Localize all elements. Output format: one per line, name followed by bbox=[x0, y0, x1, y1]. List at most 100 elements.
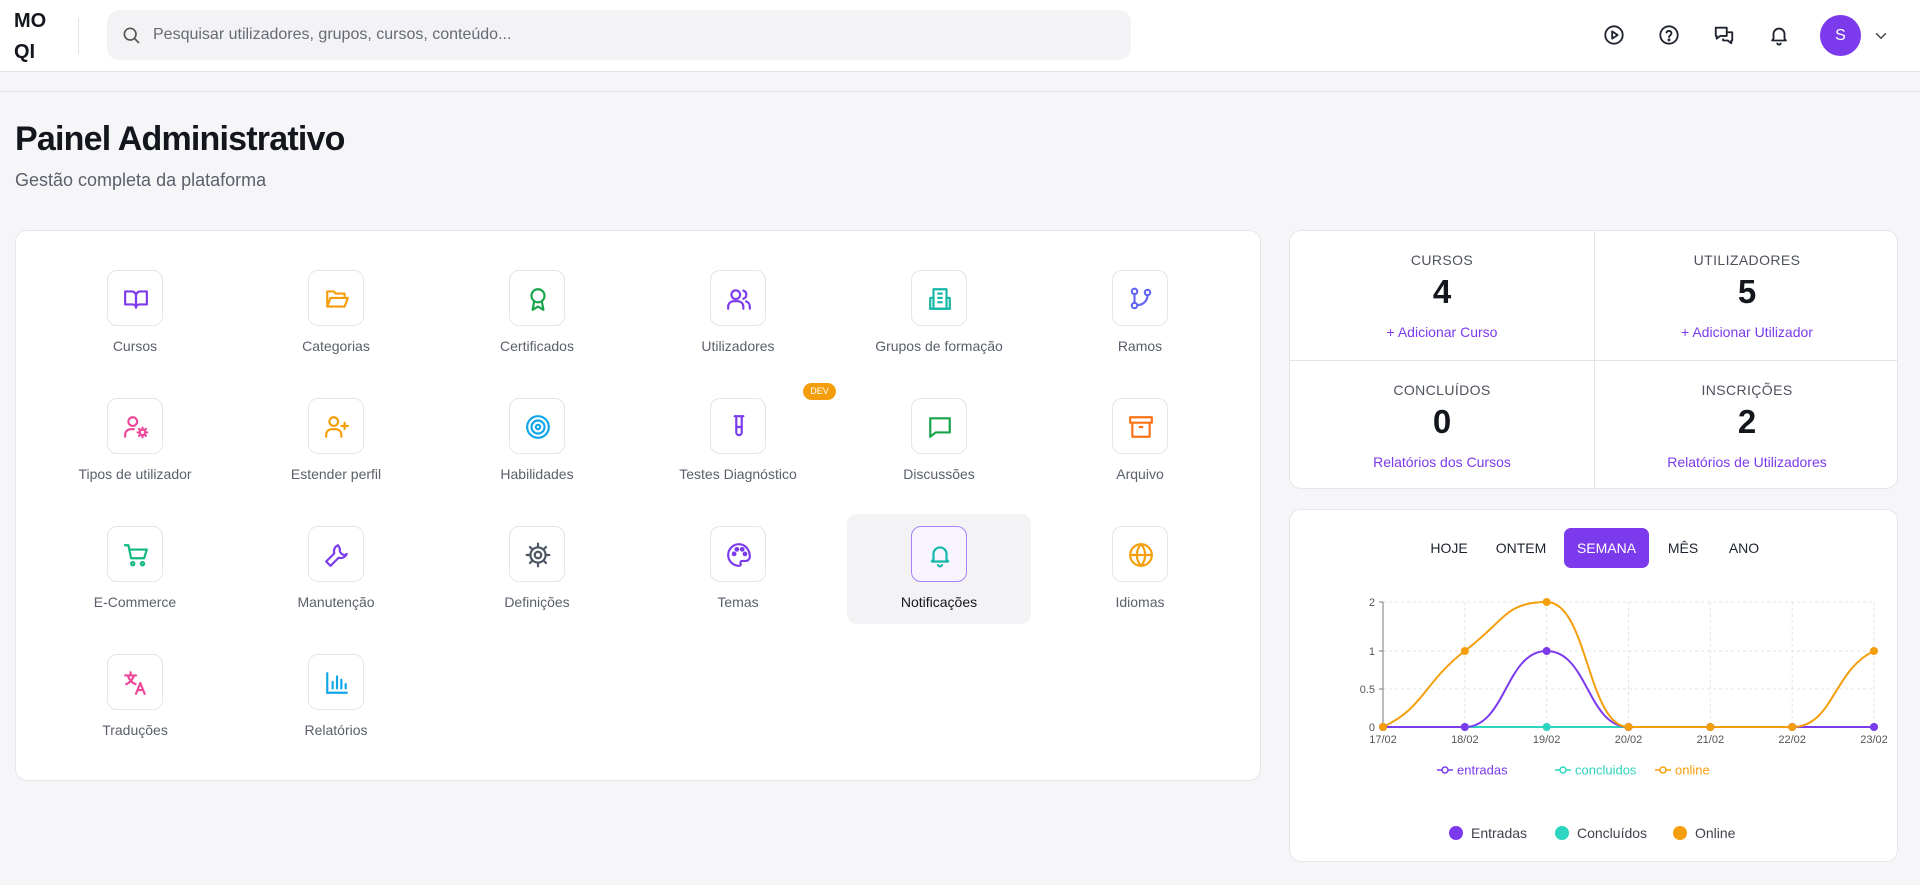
y-tick-label: 0 bbox=[1369, 722, 1375, 734]
award-icon bbox=[530, 288, 546, 311]
add-user-link[interactable]: + Adicionar Utilizador bbox=[1595, 324, 1897, 340]
stat-label: UTILIZADORES bbox=[1693, 252, 1801, 268]
legend-swatch-dot bbox=[1441, 766, 1449, 774]
module-estender-perfil[interactable]: Estender perfil bbox=[244, 386, 428, 496]
module-temas[interactable]: Temas bbox=[646, 514, 830, 624]
tab-ano[interactable]: ANO bbox=[1718, 528, 1770, 568]
stat-concluidos: CONCLUÍDOS 0 Relatórios dos Cursos bbox=[1290, 361, 1594, 488]
data-point-entradas bbox=[1460, 723, 1469, 731]
module-label: Ramos bbox=[1117, 338, 1163, 354]
header-divider bbox=[0, 91, 1920, 92]
logo[interactable]: MO QI bbox=[14, 6, 66, 68]
book-open-icon bbox=[124, 290, 148, 309]
stats-panel: CURSOS 4 + Adicionar Curso UTILIZADORES … bbox=[1289, 230, 1898, 489]
module-label: Idiomas bbox=[1115, 594, 1165, 610]
module-label: Notificações bbox=[900, 594, 978, 610]
course-reports-link[interactable]: Relatórios dos Cursos bbox=[1290, 454, 1594, 470]
user-plus-icon bbox=[325, 416, 349, 438]
test-tube-icon bbox=[733, 415, 745, 437]
legend-dot bbox=[1449, 826, 1463, 840]
users-icon bbox=[727, 289, 751, 310]
chat-bubbles-icon[interactable] bbox=[1713, 24, 1735, 46]
chevron-down-icon[interactable] bbox=[1872, 27, 1890, 45]
module-habilidades[interactable]: Habilidades bbox=[445, 386, 629, 496]
stat-inscricoes: INSCRIÇÕES 2 Relatórios de Utilizadores bbox=[1595, 361, 1897, 488]
module-certificados[interactable]: Certificados bbox=[445, 258, 629, 368]
tab-mes[interactable]: MÊS bbox=[1657, 528, 1709, 568]
stat-value: 2 bbox=[1737, 403, 1757, 440]
palette-icon bbox=[727, 543, 751, 567]
tab-hoje[interactable]: HOJE bbox=[1421, 528, 1477, 568]
module-notificacoes[interactable]: Notificações bbox=[847, 514, 1031, 624]
data-point-online bbox=[1706, 723, 1715, 731]
module-label: E-Commerce bbox=[93, 594, 177, 610]
git-branch-icon bbox=[1130, 287, 1152, 310]
x-tick-label: 19/02 bbox=[1533, 734, 1561, 746]
data-point-entradas bbox=[1870, 723, 1878, 731]
module-categorias[interactable]: Categorias bbox=[244, 258, 428, 368]
stat-cursos: CURSOS 4 + Adicionar Curso bbox=[1290, 231, 1594, 360]
legend-swatch-dot bbox=[1659, 766, 1667, 774]
message-square-icon bbox=[929, 417, 951, 438]
y-tick-label: 2 bbox=[1369, 597, 1375, 609]
module-label: Relatórios bbox=[304, 722, 368, 738]
module-utilizadores[interactable]: Utilizadores bbox=[646, 258, 830, 368]
module-tipos-de-utilizador[interactable]: Tipos de utilizador bbox=[43, 386, 227, 496]
x-tick-label: 18/02 bbox=[1451, 734, 1479, 746]
user-cog-icon bbox=[124, 416, 149, 439]
bell-icon[interactable] bbox=[1768, 24, 1790, 46]
search-icon bbox=[123, 27, 140, 44]
module-manutencao[interactable]: Manutenção bbox=[244, 514, 428, 624]
x-tick-label: 20/02 bbox=[1615, 734, 1643, 746]
logo-line-1: MO bbox=[14, 10, 47, 32]
data-point-online bbox=[1870, 647, 1878, 655]
chart-bottom-legend: Entradas Concluídos Online bbox=[1290, 823, 1899, 843]
legend-label: Concluídos bbox=[1577, 825, 1648, 841]
module-relatorios[interactable]: Relatórios bbox=[244, 642, 428, 752]
languages-icon bbox=[124, 671, 146, 695]
add-course-link[interactable]: + Adicionar Curso bbox=[1290, 324, 1594, 340]
top-bar: MO QI S bbox=[0, 0, 1920, 72]
dev-badge: DEV bbox=[803, 383, 836, 400]
module-grupos-de-formacao[interactable]: Grupos de formação bbox=[847, 258, 1031, 368]
target-icon bbox=[526, 415, 550, 439]
stat-value: 4 bbox=[1432, 273, 1452, 310]
building-icon bbox=[929, 288, 951, 310]
module-cursos[interactable]: Cursos bbox=[43, 258, 227, 368]
module-label: Definições bbox=[504, 594, 570, 610]
archive-icon bbox=[1129, 416, 1153, 438]
avatar[interactable]: S bbox=[1820, 15, 1861, 56]
legend-series-name: concluidos bbox=[1575, 763, 1637, 778]
bar-chart-icon bbox=[326, 672, 348, 694]
module-testes-diagnostico[interactable]: Testes Diagnóstico bbox=[646, 386, 830, 496]
stat-label: INSCRIÇÕES bbox=[1701, 382, 1793, 398]
module-label: Grupos de formação bbox=[875, 338, 1003, 354]
data-point-online bbox=[1460, 647, 1469, 655]
search-input[interactable] bbox=[153, 10, 1113, 60]
play-circle-icon[interactable] bbox=[1603, 24, 1625, 46]
module-label: Temas bbox=[717, 594, 759, 610]
logo-line-2: QI bbox=[14, 41, 36, 63]
user-reports-link[interactable]: Relatórios de Utilizadores bbox=[1595, 454, 1897, 470]
legend-label: Entradas bbox=[1471, 825, 1528, 841]
module-traducoes[interactable]: Traduções bbox=[43, 642, 227, 752]
activity-line-chart: 0 0.5 1 2 17/02 18/02 19/02 20/02 21/02 22/02 23/0… bbox=[1360, 597, 1888, 778]
search-bar[interactable] bbox=[107, 10, 1131, 60]
module-idiomas[interactable]: Idiomas bbox=[1048, 514, 1232, 624]
stats-divider-horizontal bbox=[1290, 360, 1897, 361]
help-circle-icon[interactable] bbox=[1658, 24, 1680, 46]
shopping-cart-icon bbox=[124, 544, 148, 567]
module-label: Tipos de utilizador bbox=[78, 466, 192, 482]
y-tick-label: 1 bbox=[1369, 646, 1375, 658]
module-arquivo[interactable]: Arquivo bbox=[1048, 386, 1232, 496]
data-point-entradas bbox=[1542, 647, 1551, 655]
module-definicoes[interactable]: Definições bbox=[445, 514, 629, 624]
y-tick-label: 0.5 bbox=[1360, 684, 1375, 696]
stat-value: 5 bbox=[1737, 273, 1757, 310]
data-point-online bbox=[1542, 598, 1551, 606]
module-discussoes[interactable]: Discussões bbox=[847, 386, 1031, 496]
module-e-commerce[interactable]: E-Commerce bbox=[43, 514, 227, 624]
module-ramos[interactable]: Ramos bbox=[1048, 258, 1232, 368]
tab-ontem[interactable]: ONTEM bbox=[1487, 528, 1555, 568]
tab-semana[interactable]: SEMANA bbox=[1564, 528, 1649, 568]
